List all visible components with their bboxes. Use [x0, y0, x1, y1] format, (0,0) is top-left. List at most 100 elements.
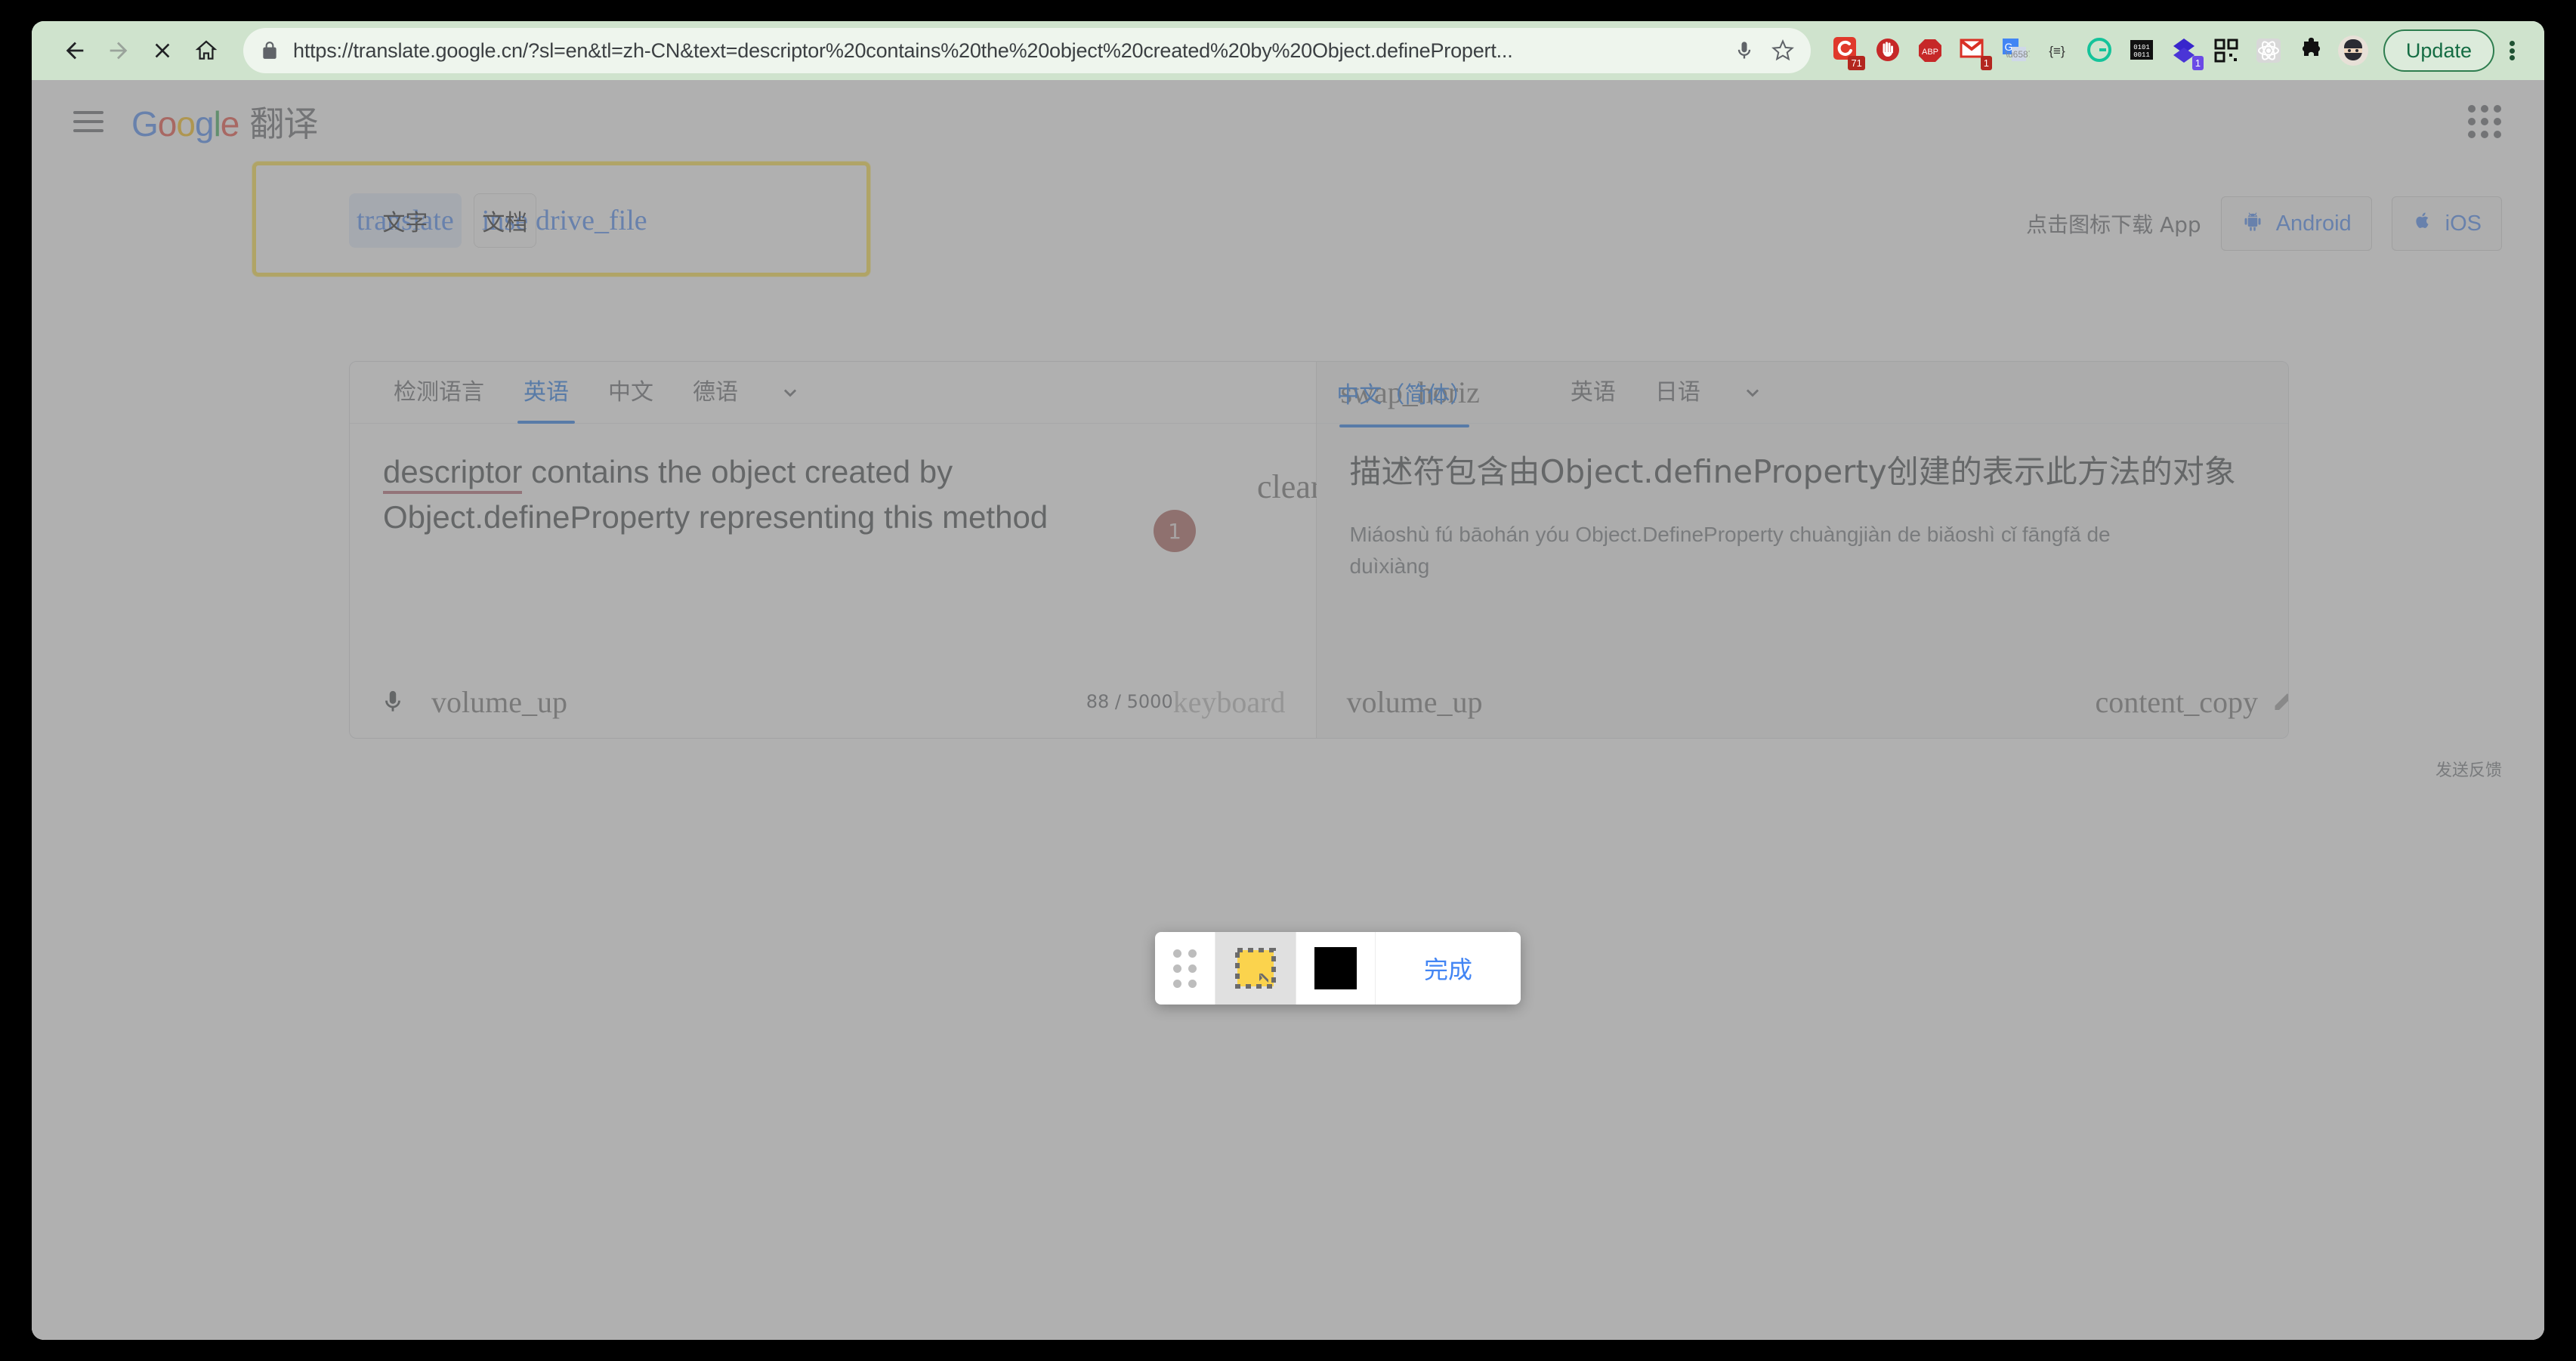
volume-up-icon-ligature[interactable]: volume_up — [431, 684, 567, 720]
region-select-icon[interactable] — [1215, 932, 1296, 1005]
hamburger-menu-icon[interactable] — [66, 100, 110, 144]
documents-tab[interactable]: inse 文档 drive_file — [473, 193, 647, 248]
send-feedback-link[interactable]: 发送反馈 — [2435, 757, 2502, 781]
translate-icon-ligature: translate — [357, 205, 454, 236]
source-lang-detect[interactable]: 检测语言 — [374, 362, 504, 424]
source-footer: volume_up 88 / 5000 keyboard — [350, 665, 1316, 738]
logo-suffix: 翻译 — [249, 104, 318, 144]
google-translate-extension-icon[interactable]: G\u6587 — [1994, 29, 2036, 72]
extensions-strip: 71 ABP 1 G\u6587 {≡} — [1824, 29, 2374, 72]
browser-window: https://translate.google.cn/?sl=en&tl=zh… — [32, 21, 2544, 1340]
target-volume-up-icon-ligature[interactable]: volume_up — [1347, 684, 1483, 720]
source-lang-english[interactable]: 英语 — [504, 362, 588, 424]
qr-code-extension-icon[interactable] — [2205, 29, 2247, 72]
ios-download-button[interactable]: iOS — [2391, 196, 2502, 251]
target-text-area: 描述符包含由Object.defineProperty创建的表示此方法的对象 M… — [1317, 424, 2289, 673]
android-label: Android — [2275, 211, 2352, 236]
svg-text:ABP: ABP — [1922, 48, 1938, 57]
done-button[interactable]: 完成 — [1376, 932, 1521, 1005]
apple-icon — [2412, 210, 2433, 237]
target-footer: volume_up content_copy share — [1317, 665, 2288, 738]
mode-tabs-row: translate 文字 inse 文档 drive_file 点击图标下载 A… — [32, 159, 2544, 276]
microphone-icon[interactable] — [1734, 40, 1755, 61]
sourcegraph-extension-icon[interactable]: 1 — [2163, 29, 2205, 72]
react-devtools-extension-icon[interactable] — [2247, 29, 2290, 72]
desktop-background: https://translate.google.cn/?sl=en&tl=zh… — [0, 0, 2576, 1361]
color-swatch[interactable] — [1296, 932, 1376, 1005]
drag-handle-icon[interactable] — [1155, 932, 1215, 1005]
logo-letter-g1: G — [131, 104, 159, 144]
update-button[interactable]: Update — [2383, 29, 2494, 72]
star-icon[interactable] — [1771, 39, 1794, 62]
sourcegraph-badge: 1 — [2191, 56, 2204, 70]
home-icon[interactable] — [184, 29, 228, 73]
stop-loading-icon[interactable] — [141, 29, 184, 73]
clockify-badge: 71 — [1848, 56, 1865, 70]
back-arrow-icon[interactable] — [53, 29, 97, 73]
romanization-text: Miáoshù fú bāohán yóu Object.DefinePrope… — [1349, 522, 2111, 578]
omnibox[interactable]: https://translate.google.cn/?sl=en&tl=zh… — [243, 28, 1811, 73]
app-download-label: 点击图标下载 App — [2026, 212, 2201, 237]
source-pane: 检测语言 英语 中文 德语 descriptor contains the ob… — [350, 362, 1322, 738]
svg-text:{≡}: {≡} — [2049, 44, 2065, 58]
lock-icon — [260, 41, 280, 60]
svg-text:\u6587: \u6587 — [2006, 49, 2030, 60]
logo-letter-o2: o — [176, 104, 196, 144]
source-lang-chinese[interactable]: 中文 — [588, 362, 673, 424]
done-button-label: 完成 — [1424, 955, 1473, 984]
mode-tabs: translate 文字 inse 文档 drive_file — [349, 193, 647, 248]
svg-text:0101: 0101 — [2133, 44, 2150, 51]
omnibox-url-text: https://translate.google.cn/?sl=en&tl=zh… — [293, 39, 1513, 62]
json-formatter-extension-icon[interactable]: {≡} — [2036, 29, 2078, 72]
browser-toolbar: https://translate.google.cn/?sl=en&tl=zh… — [32, 21, 2544, 80]
source-language-bar: 检测语言 英语 中文 德语 — [350, 362, 1316, 424]
logo-letter-o1: o — [157, 104, 178, 144]
kebab-menu-icon[interactable] — [2494, 29, 2529, 72]
app-download-section: 点击图标下载 App Android iOS — [2026, 196, 2502, 251]
android-download-button[interactable]: Android — [2220, 196, 2372, 251]
target-lang-japanese[interactable]: 日语 — [1635, 362, 1720, 424]
keyboard-icon-ligature[interactable]: keyboard — [1173, 684, 1286, 720]
gmail-extension-icon[interactable]: 1 — [1951, 29, 1994, 72]
pencil-icon[interactable] — [2272, 687, 2288, 718]
logo-letter-g2: g — [194, 104, 215, 144]
apps-grid-icon[interactable] — [2461, 98, 2508, 145]
microphone-icon[interactable] — [380, 689, 406, 714]
target-lang-english[interactable]: 英语 — [1551, 362, 1635, 424]
ios-label: iOS — [2445, 211, 2482, 236]
character-counter: 88 / 5000 — [1086, 691, 1173, 712]
source-text: descriptor contains the object created b… — [383, 449, 1138, 539]
source-lang-chevron-down-icon[interactable] — [777, 380, 803, 406]
profile-avatar[interactable] — [2332, 29, 2374, 72]
clockify-extension-icon[interactable]: 71 — [1824, 29, 1867, 72]
clear-icon-ligature[interactable]: clear — [1257, 468, 1321, 506]
source-lang-german[interactable]: 德语 — [673, 362, 758, 424]
error-badge: 1 — [1154, 510, 1196, 552]
adblock-plus-extension-icon[interactable]: ABP — [1909, 29, 1951, 72]
misspelled-word: descriptor — [383, 454, 523, 494]
target-lang-active: 中文（简体） — [1336, 376, 1472, 427]
page-viewport: Google 翻译 translate 文字 inse 文档 drive_fil… — [32, 80, 2544, 1340]
target-pane: swap_horiz 中文（简体） 英语 日语 描述符包含由Object.def… — [1316, 362, 2289, 738]
extensions-puzzle-icon[interactable] — [2290, 29, 2332, 72]
logo-letter-e: e — [220, 104, 240, 144]
android-icon — [2241, 209, 2264, 238]
google-translate-page: Google 翻译 translate 文字 inse 文档 drive_fil… — [32, 80, 2544, 1340]
insert-drive-file-ligature-tail: drive_file — [535, 205, 647, 236]
swap-languages-button[interactable]: swap_horiz 中文（简体） — [1336, 375, 1480, 427]
forward-arrow-icon[interactable] — [97, 29, 141, 73]
grammarly-extension-icon[interactable] — [2078, 29, 2120, 72]
content-copy-icon-ligature: content_copy — [2095, 684, 2259, 719]
copy-share-group[interactable]: content_copy share — [2095, 684, 2288, 720]
svg-text:0011: 0011 — [2133, 51, 2150, 59]
gmail-badge: 1 — [1980, 56, 1992, 70]
logo-letter-l: l — [213, 104, 221, 144]
umatrix-extension-icon[interactable] — [1867, 29, 1909, 72]
google-translate-logo[interactable]: Google 翻译 — [131, 97, 318, 147]
text-tab[interactable]: translate 文字 — [349, 193, 462, 248]
annotation-toolbar: 完成 — [1155, 932, 1521, 1005]
translated-text: 描述符包含由Object.defineProperty创建的表示此方法的对象 — [1349, 453, 2236, 490]
target-lang-chevron-down-icon[interactable] — [1740, 380, 1765, 406]
binary-extension-icon[interactable]: 0101 0011 — [2120, 29, 2163, 72]
translate-card: 检测语言 英语 中文 德语 descriptor contains the ob… — [349, 361, 2289, 739]
